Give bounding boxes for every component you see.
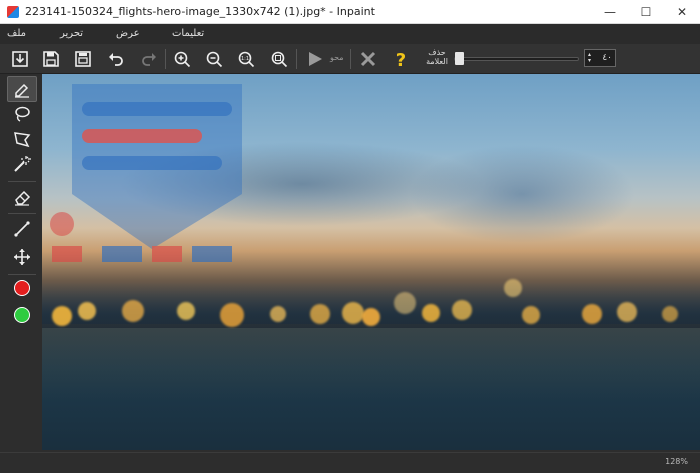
watermark-removal-label: حذف العلامة <box>425 48 449 66</box>
tolerance-value: ٤٠ <box>602 53 612 63</box>
save-as-button[interactable] <box>70 47 96 71</box>
line-icon <box>14 221 30 237</box>
zoom-in-icon <box>174 51 191 68</box>
undo-button[interactable] <box>103 47 129 71</box>
tool-panel <box>0 74 42 454</box>
save-button[interactable] <box>38 47 64 71</box>
redo-icon <box>142 53 156 66</box>
guide-line-tool[interactable] <box>7 216 37 242</box>
magic-wand-icon <box>14 156 31 172</box>
svg-text:1:1: 1:1 <box>241 56 249 62</box>
move-tool[interactable] <box>7 244 37 270</box>
watermark-label-bottom: العلامة <box>426 57 448 66</box>
erase-button[interactable] <box>302 47 328 71</box>
play-icon <box>309 52 322 66</box>
tool-divider <box>8 274 36 275</box>
cancel-button[interactable] <box>355 47 381 71</box>
zoom-out-button[interactable] <box>201 47 227 71</box>
close-x-icon <box>360 51 376 67</box>
toolbar-divider <box>296 49 297 69</box>
move-arrows-icon <box>14 249 30 265</box>
status-divider <box>0 452 700 453</box>
help-button[interactable]: ? <box>388 47 414 71</box>
eraser-tool[interactable] <box>7 184 37 210</box>
watermark-logo <box>50 84 242 262</box>
tolerance-slider[interactable] <box>454 57 579 61</box>
open-button[interactable] <box>7 47 33 71</box>
polygonal-lasso-tool[interactable] <box>7 126 37 152</box>
water-reflection <box>42 324 700 450</box>
secondary-color-swatch[interactable] <box>14 307 30 323</box>
tolerance-spinbox[interactable]: ▴ ▾ ٤٠ <box>584 49 616 67</box>
close-button[interactable]: ✕ <box>664 0 700 24</box>
zoom-out-icon <box>206 51 223 68</box>
minimize-button[interactable]: — <box>592 0 628 24</box>
marker-tool[interactable] <box>7 76 37 102</box>
eraser-icon <box>15 190 31 206</box>
image-canvas[interactable] <box>42 74 700 450</box>
zoom-level: 128% <box>665 457 688 466</box>
menu-bar: ملف تحرير عرض تعليمات <box>0 24 700 44</box>
undo-icon <box>109 53 123 66</box>
actual-size-icon: 1:1 <box>238 51 255 68</box>
redo-button[interactable] <box>136 47 162 71</box>
primary-color-swatch[interactable] <box>14 280 30 296</box>
actual-size-button[interactable]: 1:1 <box>233 47 259 71</box>
question-mark-icon: ? <box>396 50 406 68</box>
zoom-in-button[interactable] <box>169 47 195 71</box>
fit-window-icon <box>271 51 288 68</box>
marker-icon <box>15 83 29 98</box>
app-logo-icon <box>7 5 19 18</box>
status-bar: 128% <box>0 450 700 473</box>
fit-window-button[interactable] <box>266 47 292 71</box>
title-bar: 223141-150324_flights-hero-image_1330x74… <box>0 0 700 24</box>
spinbox-arrows-icon[interactable]: ▴ ▾ <box>588 52 591 64</box>
watermark-label-top: حذف <box>428 48 446 57</box>
toolbar-divider <box>165 49 166 69</box>
window-controls: — ☐ ✕ <box>592 0 700 24</box>
open-icon <box>12 51 28 67</box>
menu-help[interactable]: تعليمات <box>172 28 204 39</box>
window-title: 223141-150324_flights-hero-image_1330x74… <box>25 5 375 18</box>
lasso-icon <box>15 106 30 122</box>
tolerance-slider-thumb[interactable] <box>455 52 464 65</box>
erase-label: محو <box>330 53 344 62</box>
menu-file[interactable]: ملف <box>7 28 26 39</box>
polygon-lasso-icon <box>14 132 31 148</box>
save-icon <box>43 51 59 67</box>
toolbar-divider <box>350 49 351 69</box>
menu-edit[interactable]: تحرير <box>60 28 83 39</box>
menu-view[interactable]: عرض <box>116 28 140 39</box>
maximize-button[interactable]: ☐ <box>628 0 664 24</box>
lasso-tool[interactable] <box>7 101 37 127</box>
magic-wand-tool[interactable] <box>7 151 37 177</box>
tool-divider <box>8 181 36 182</box>
svg-text:?: ? <box>396 50 406 68</box>
save-as-icon <box>75 51 91 67</box>
tool-divider <box>8 213 36 214</box>
